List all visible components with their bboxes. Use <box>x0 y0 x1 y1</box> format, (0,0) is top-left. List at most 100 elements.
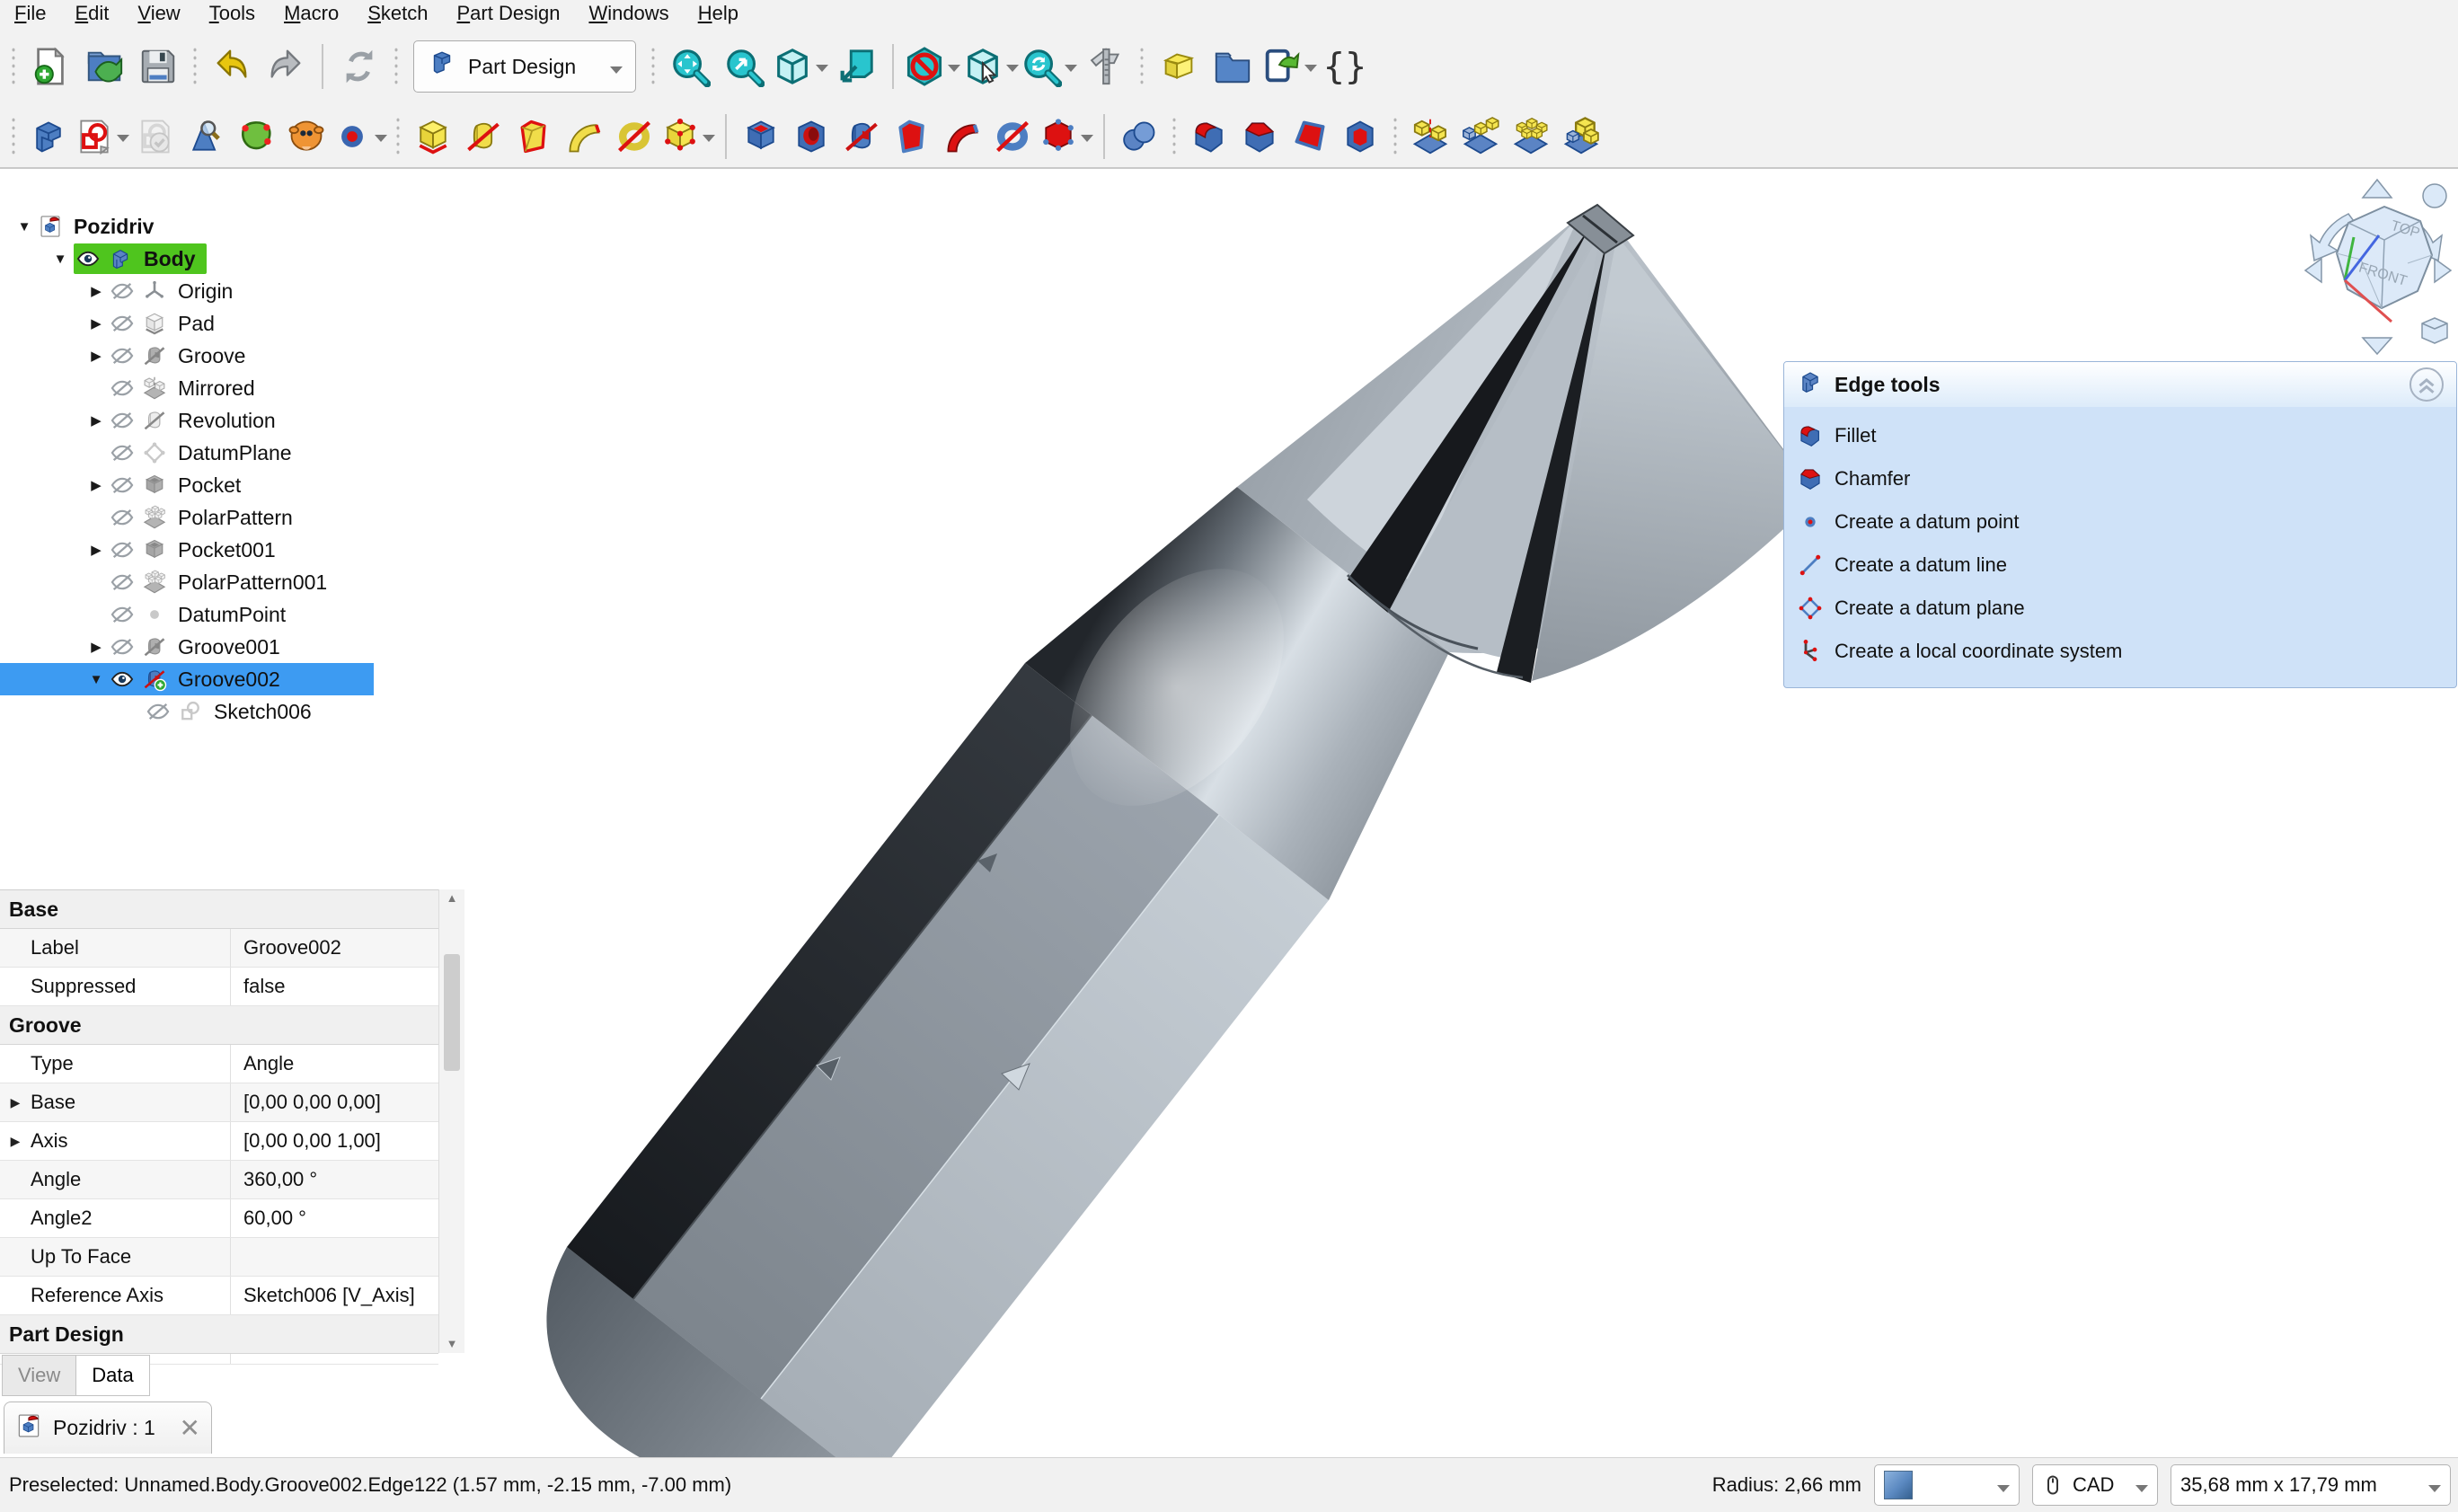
clipping-plane-button[interactable] <box>904 40 960 93</box>
mirrored-button[interactable] <box>1406 111 1454 162</box>
navigation-cube[interactable]: TOP FRONT <box>2298 174 2456 383</box>
property-value[interactable]: 60,00 ° <box>231 1199 438 1237</box>
create-datum-button[interactable] <box>332 111 387 162</box>
eye-hidden-icon[interactable] <box>146 698 172 725</box>
additive-loft-button[interactable] <box>509 111 558 162</box>
scroll-down-icon[interactable]: ▼ <box>447 1335 458 1353</box>
scrollbar-thumb[interactable] <box>444 954 460 1071</box>
tree-item-groove001[interactable]: ▶Groove001 <box>0 631 374 663</box>
caret-right-icon[interactable]: ▶ <box>0 1134 31 1149</box>
expression-editor-button[interactable]: {} <box>1319 40 1371 93</box>
measure-button[interactable] <box>1079 40 1131 93</box>
create-sketch-button[interactable] <box>75 111 129 162</box>
eye-hidden-icon[interactable] <box>110 407 137 434</box>
pocket-button[interactable] <box>737 111 785 162</box>
save-document-button[interactable] <box>132 40 184 93</box>
std-part-button[interactable] <box>1153 40 1205 93</box>
property-value[interactable]: [0,00 0,00 0,00] <box>231 1083 438 1121</box>
property-value[interactable]: Sketch006 [V_Axis] <box>231 1277 438 1314</box>
group-button[interactable] <box>1207 40 1259 93</box>
chamfer-button[interactable] <box>1235 111 1284 162</box>
property-value[interactable]: Angle <box>231 1045 438 1083</box>
eye-hidden-icon[interactable] <box>110 633 137 660</box>
eye-hidden-icon[interactable] <box>110 439 137 466</box>
view-fit-all-button[interactable] <box>664 40 716 93</box>
property-value[interactable] <box>231 1238 438 1276</box>
eye-hidden-icon[interactable] <box>110 278 137 305</box>
subtractive-primitive-button[interactable] <box>1039 111 1093 162</box>
menu-edit[interactable]: Edit <box>60 0 123 27</box>
menu-part-design[interactable]: Part Design <box>442 0 574 27</box>
eye-hidden-icon[interactable] <box>110 504 137 531</box>
tree-item-pad[interactable]: ▶Pad <box>0 307 374 340</box>
menu-view[interactable]: View <box>123 0 194 27</box>
workbench-selector[interactable]: Part Design <box>413 40 636 93</box>
view-zoom-selection-button[interactable] <box>718 40 770 93</box>
eye-visible-icon[interactable] <box>75 245 102 272</box>
tree-item-datumpoint[interactable]: DatumPoint <box>0 598 374 631</box>
caret-right-icon[interactable]: ▶ <box>83 315 110 332</box>
caret-right-icon[interactable]: ▶ <box>83 477 110 493</box>
redo-button[interactable] <box>260 40 312 93</box>
color-selector[interactable] <box>1874 1464 2020 1506</box>
close-icon[interactable]: ✕ <box>180 1416 200 1441</box>
scroll-up-icon[interactable]: ▲ <box>447 889 458 907</box>
tree-item-groove[interactable]: ▶Groove <box>0 340 374 372</box>
tree-item-groove002[interactable]: ▼Groove002 <box>0 663 374 695</box>
edge-tool-create-a-datum-line[interactable]: Create a datum line <box>1784 544 2456 587</box>
view-axonometric-button[interactable] <box>772 40 828 93</box>
caret-right-icon[interactable]: ▶ <box>83 412 110 429</box>
edge-tool-fillet[interactable]: Fillet <box>1784 414 2456 457</box>
document-tab[interactable]: Pozidriv : 1 ✕ <box>4 1401 212 1454</box>
edit-sketch-button[interactable] <box>131 111 180 162</box>
tree-item-pocket[interactable]: ▶Pocket <box>0 469 374 501</box>
view-align-button[interactable] <box>830 40 882 93</box>
caret-down-icon[interactable]: ▼ <box>47 252 74 267</box>
undo-button[interactable] <box>206 40 258 93</box>
edge-tool-create-a-local-coordinate-system[interactable]: Create a local coordinate system <box>1784 630 2456 673</box>
new-document-button[interactable] <box>24 40 76 93</box>
caret-right-icon[interactable]: ▶ <box>83 348 110 364</box>
open-document-button[interactable] <box>78 40 130 93</box>
tree-item-mirrored[interactable]: Mirrored <box>0 372 374 404</box>
subtractive-pipe-button[interactable] <box>938 111 986 162</box>
eye-visible-icon[interactable] <box>110 666 137 693</box>
additive-pipe-button[interactable] <box>560 111 608 162</box>
menu-tools[interactable]: Tools <box>195 0 270 27</box>
refresh-button[interactable] <box>333 40 385 93</box>
eye-hidden-icon[interactable] <box>110 601 137 628</box>
box-selection-button[interactable] <box>962 40 1019 93</box>
menu-sketch[interactable]: Sketch <box>353 0 442 27</box>
tree-item-pozidriv[interactable]: ▼Pozidriv <box>0 210 374 243</box>
groove-button[interactable] <box>837 111 886 162</box>
edge-tool-create-a-datum-plane[interactable]: Create a datum plane <box>1784 587 2456 630</box>
menu-help[interactable]: Help <box>684 0 753 27</box>
hole-button[interactable] <box>787 111 836 162</box>
eye-hidden-icon[interactable] <box>110 569 137 596</box>
draft-button[interactable] <box>1286 111 1334 162</box>
tree-item-body[interactable]: ▼Body <box>0 243 374 275</box>
tree-item-datumplane[interactable]: DatumPlane <box>0 437 374 469</box>
map-sketch-button[interactable] <box>181 111 230 162</box>
boolean-operation-button[interactable] <box>1115 111 1163 162</box>
view-refresh-button[interactable] <box>1021 40 1077 93</box>
view-size-selector[interactable]: 35,68 mm x 17,79 mm <box>2171 1464 2451 1506</box>
edge-tool-chamfer[interactable]: Chamfer <box>1784 457 2456 500</box>
linear-pattern-button[interactable] <box>1456 111 1505 162</box>
fillet-button[interactable] <box>1185 111 1233 162</box>
create-body-button[interactable] <box>24 111 73 162</box>
menu-file[interactable]: File <box>0 0 60 27</box>
tree-item-polarpattern001[interactable]: PolarPattern001 <box>0 566 374 598</box>
tree-item-polarpattern[interactable]: PolarPattern <box>0 501 374 534</box>
tree-item-pocket001[interactable]: ▶Pocket001 <box>0 534 374 566</box>
eye-hidden-icon[interactable] <box>110 536 137 563</box>
menu-windows[interactable]: Windows <box>574 0 683 27</box>
caret-down-icon[interactable]: ▼ <box>11 219 38 234</box>
sub-shape-binder-button[interactable] <box>282 111 331 162</box>
caret-right-icon[interactable]: ▶ <box>0 1095 31 1110</box>
subtractive-helix-button[interactable] <box>988 111 1037 162</box>
property-value[interactable]: false <box>231 968 438 1005</box>
property-value[interactable]: Groove002 <box>231 929 438 967</box>
menu-macro[interactable]: Macro <box>270 0 353 27</box>
navigation-style-selector[interactable]: CAD <box>2032 1464 2158 1506</box>
